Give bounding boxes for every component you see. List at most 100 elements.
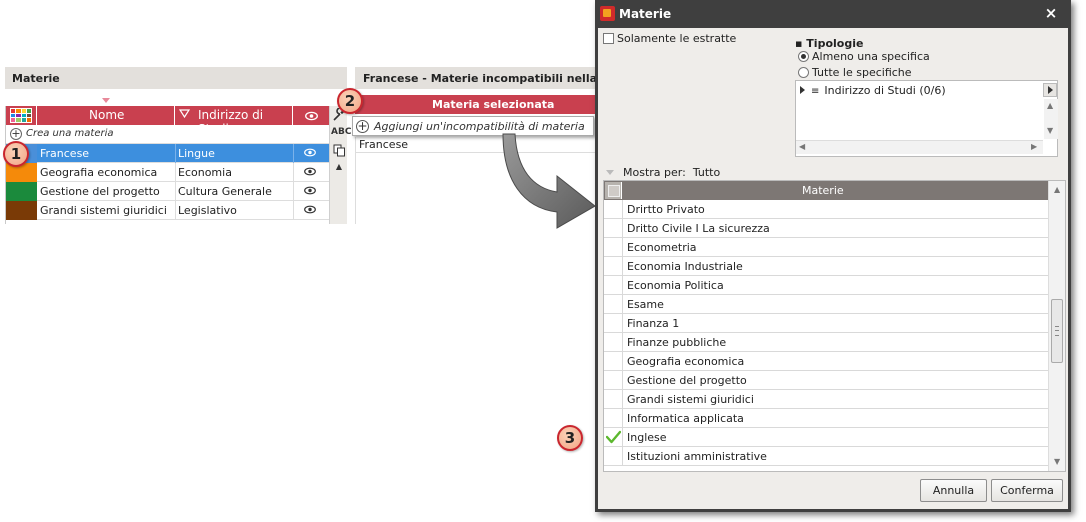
subject-indirizzo: Legislativo [178,204,237,217]
item-label: Economia Industriale [627,260,743,273]
table-row[interactable]: Geografia economica Economia [6,163,329,182]
collapse-triangle-icon[interactable] [606,170,614,175]
item-label: Istituzioni amministrative [627,450,767,463]
tree-vertical-scrollbar[interactable]: ▲ ▼ [1044,99,1058,139]
item-checkbox[interactable] [604,333,623,351]
table-side-toolbar: ABC ▲ [329,106,351,224]
table-row[interactable]: Gestione del progetto Cultura Generale [6,182,329,201]
scroll-down-icon[interactable]: ▼ [1054,457,1060,466]
tree-expand-right-button[interactable] [1043,83,1057,97]
palette-swatch [21,109,26,113]
palette-swatch [16,109,21,113]
item-label: Gestione del progetto [627,374,747,387]
expand-caret-icon[interactable] [800,86,805,94]
list-item[interactable]: Drirtto Privato [604,200,1048,219]
eye-icon [305,110,318,124]
eye-icon[interactable] [304,186,316,195]
spellcheck-abc-icon[interactable]: ABC [331,127,351,143]
eye-icon[interactable] [304,167,316,176]
list-vertical-scrollbar[interactable]: ▲ ▼ [1048,181,1065,471]
list-item[interactable]: Esame [604,295,1048,314]
list-item[interactable]: Geografia economica [604,352,1048,371]
subject-indirizzo: Cultura Generale [178,185,272,198]
list-item[interactable]: Dritto Civile I La sicurezza [604,219,1048,238]
scrollbar-thumb[interactable] [1051,299,1063,363]
subject-name: Geografia economica [40,166,158,179]
item-checkbox[interactable] [604,276,623,294]
column-header-visibility[interactable] [293,106,329,125]
subject-name: Gestione del progetto [40,185,160,198]
list-item[interactable]: Finanza 1 [604,314,1048,333]
sort-indicator-icon [102,98,110,103]
close-icon[interactable]: × [1041,4,1061,22]
column-header-indirizzo[interactable]: Indirizzo di Studi [175,106,293,136]
item-label: Drirtto Privato [627,203,705,216]
column-header-nome[interactable]: Nome [37,106,175,125]
eye-icon[interactable] [304,148,316,157]
color-palette-column-header[interactable] [6,106,37,125]
table-row[interactable]: Grandi sistemi giuridici Legislativo [6,201,329,220]
radio-almeno-una[interactable]: Almeno una specifica [798,50,930,63]
tree-item-label: Indirizzo di Studi (0/6) [824,84,946,97]
step-callout-3: 3 [557,425,583,451]
radio-unselected-icon[interactable] [798,67,809,78]
scroll-up-icon[interactable]: ▲ [331,162,347,178]
list-item[interactable]: Economia Industriale [604,257,1048,276]
materie-panel-header: Materie [5,67,347,89]
radio-selected-icon[interactable] [798,51,809,62]
item-checkbox[interactable] [604,447,623,465]
item-label: Finanze pubbliche [627,336,727,349]
confirm-button[interactable]: Conferma [991,479,1063,502]
incompatibility-panel-title: Francese - Materie incompatibili nella s… [363,72,600,85]
select-all-checkbox[interactable] [605,182,622,199]
item-checkbox[interactable] [604,371,623,389]
create-subject-row[interactable]: + Crea una materia [6,125,329,144]
only-extracted-checkbox[interactable]: Solamente le estratte [603,32,736,45]
tree-horizontal-scrollbar[interactable]: ◀ ▶ [796,140,1043,154]
item-label: Geografia economica [627,355,745,368]
item-label: Dritto Civile I La sicurezza [627,222,770,235]
materie-list-header-label: Materie [802,184,844,197]
add-icon[interactable]: + [10,128,22,140]
copy-icon[interactable] [331,144,347,160]
item-checkbox[interactable] [604,314,623,332]
item-checkbox[interactable] [604,409,623,427]
radio-tutte[interactable]: Tutte le specifiche [798,66,912,79]
tree-item[interactable]: ≡ Indirizzo di Studi (0/6) [800,84,946,97]
item-checkbox[interactable] [604,200,623,218]
item-checkbox[interactable] [604,219,623,237]
step-callout-2: 2 [337,88,363,114]
list-item[interactable]: Gestione del progetto [604,371,1048,390]
item-checkbox[interactable] [604,238,623,256]
item-checkbox[interactable] [604,390,623,408]
scroll-up-icon[interactable]: ▲ [1054,185,1060,194]
palette-swatch [21,118,26,122]
palette-swatch [11,113,16,118]
materie-dialog: Materie × Solamente le estratte ▪ Tipolo… [595,0,1071,512]
eye-icon[interactable] [304,205,316,214]
filter-icon[interactable] [178,108,191,122]
table-row[interactable]: Francese Lingue [6,144,329,163]
list-item[interactable]: Istituzioni amministrative [604,447,1048,466]
color-palette-icon[interactable] [10,108,32,123]
list-item[interactable]: Economia Politica [604,276,1048,295]
subject-indirizzo: Economia [178,166,232,179]
radio-label: Almeno una specifica [812,50,930,63]
list-item[interactable]: Informatica applicata [604,409,1048,428]
checkbox-icon[interactable] [603,33,614,44]
show-for-filter[interactable]: Mostra per: Tutto [606,166,720,179]
item-label: Grandi sistemi giuridici [627,393,754,406]
show-for-label: Mostra per: [623,166,686,179]
cancel-button[interactable]: Annulla [920,479,987,502]
item-checkbox[interactable] [604,352,623,370]
item-checkbox[interactable] [604,428,623,446]
item-checkbox[interactable] [604,257,623,275]
item-label: Finanza 1 [627,317,680,330]
list-item[interactable]: Grandi sistemi giuridici [604,390,1048,409]
list-item[interactable]: Econometria [604,238,1048,257]
materie-table: Nome Indirizzo di Studi + Crea una mater… [5,106,329,224]
list-item[interactable]: Inglese [604,428,1048,447]
palette-swatch [11,109,16,113]
list-item[interactable]: Finanze pubbliche [604,333,1048,352]
item-checkbox[interactable] [604,295,623,313]
